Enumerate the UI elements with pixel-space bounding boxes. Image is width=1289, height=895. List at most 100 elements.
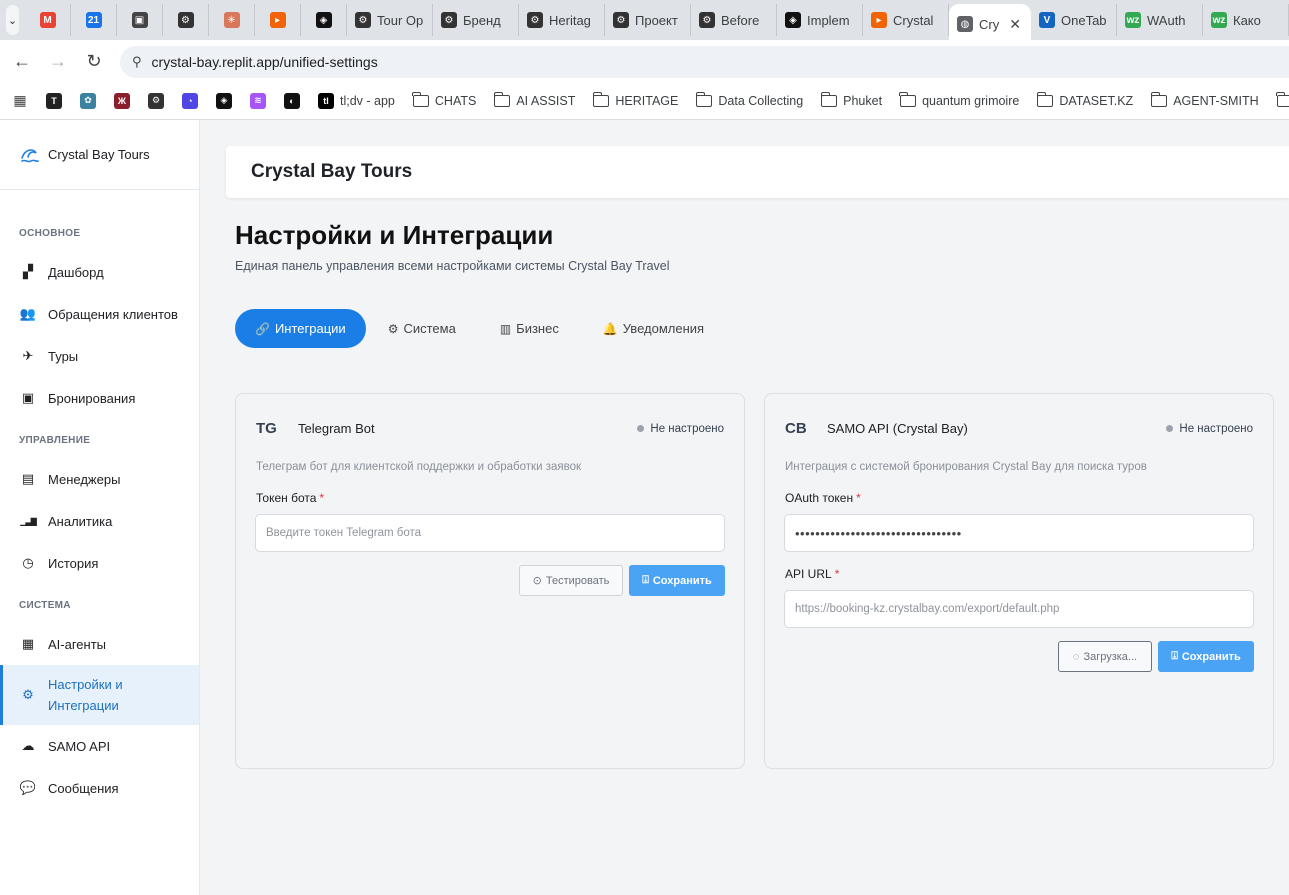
wz-icon: wz xyxy=(1211,12,1227,28)
wave-logo-icon xyxy=(21,148,39,162)
bookmark-favicon: T xyxy=(46,92,62,109)
tab-gear[interactable]: ⚙ Система xyxy=(366,309,478,348)
forward-button[interactable]: → xyxy=(40,43,76,79)
bookmark[interactable]: Ж xyxy=(114,92,130,109)
bookmark-folder[interactable]: DATASET.KZ xyxy=(1036,91,1133,108)
omnibox[interactable]: ⚲ crystal-bay.replit.app/unified-setting… xyxy=(120,46,1289,78)
sidebar-item-id-card[interactable]: ▤ Менеджеры xyxy=(0,458,199,500)
bookmark[interactable]: T xyxy=(46,92,62,109)
replit-icon: ▸ xyxy=(871,12,887,28)
save-samo-button[interactable]: ⍗ Сохранить xyxy=(1158,641,1254,672)
agent-icon: ◈ xyxy=(785,12,801,28)
browser-tab[interactable]: ⚙ Бренд xyxy=(433,4,519,36)
site-info-icon[interactable]: ⚲ xyxy=(132,54,142,70)
page-subtitle: Единая панель управления всеми настройка… xyxy=(235,259,670,273)
sidebar: Crystal Bay Tours ОСНОВНОЕ ▞ Дашборд 👥 Обращ… xyxy=(0,120,200,895)
browser-tab[interactable]: ⚙ Heritag xyxy=(519,4,605,36)
play-circle-icon: ⊙ xyxy=(532,575,542,587)
browser-tab[interactable]: ◈ Implem xyxy=(777,4,863,36)
browser-tab[interactable]: wz WAuth xyxy=(1117,4,1203,36)
sidebar-item-users[interactable]: 👥 Обращения клиентов xyxy=(0,293,199,335)
bookmark-folder[interactable]: AI ASSIST xyxy=(493,91,575,108)
app-icon: ▣ xyxy=(131,12,148,28)
history-icon: ◷ xyxy=(22,555,34,570)
sidebar-item-plane[interactable]: ✈ Туры xyxy=(0,335,199,377)
bell-icon: 🔔 xyxy=(602,321,618,336)
dashboard-icon: ▞ xyxy=(23,264,33,279)
browser-tab[interactable]: ⚙ Проект xyxy=(605,4,691,36)
bookmark-favicon: ✿ xyxy=(80,92,96,109)
sidebar-item-chat[interactable]: 💬 Сообщения xyxy=(0,767,199,809)
oauth-token-input[interactable]: ••••••••••••••••••••••••••••••••• xyxy=(784,514,1254,552)
required-marker: * xyxy=(856,491,861,505)
bot-token-label-text: Токен бота xyxy=(256,491,317,505)
browser-tab[interactable]: 21 xyxy=(71,4,117,36)
close-icon[interactable]: ✕ xyxy=(1009,16,1021,33)
browser-tab-title: WAuth xyxy=(1147,12,1186,28)
bookmark[interactable]: ◈ xyxy=(216,92,232,109)
browser-tab[interactable]: ⚙ xyxy=(163,4,209,36)
sidebar-item-label: Бронирования xyxy=(48,390,136,406)
tab-bell[interactable]: 🔔 Уведомления xyxy=(581,309,726,348)
tab-building[interactable]: ▥ Бизнес xyxy=(478,309,581,348)
bookmark-folder[interactable]: HERITAGE xyxy=(592,91,678,108)
gear-icon: ⚙ xyxy=(22,687,34,702)
sidebar-item-dashboard[interactable]: ▞ Дашборд xyxy=(0,251,199,293)
save-telegram-button[interactable]: ⍗ Сохранить xyxy=(629,565,725,596)
folder-icon xyxy=(820,91,838,107)
browser-tab[interactable]: ▸ xyxy=(255,4,301,36)
bookmark-folder[interactable]: GRA xyxy=(1276,91,1289,108)
url-text[interactable]: crystal-bay.replit.app/unified-settings xyxy=(152,54,378,70)
bookmark[interactable]: ≋ xyxy=(250,92,266,109)
browser-tab[interactable]: ⚙ Before xyxy=(691,4,777,36)
bookmark-folder[interactable]: CHATS xyxy=(412,91,476,108)
status-text: Не настроено xyxy=(650,422,724,435)
bookmark[interactable]: ▦ xyxy=(12,92,28,109)
sidebar-item-cpu[interactable]: ▦ AI-агенты xyxy=(0,623,199,665)
sidebar-brand[interactable]: Crystal Bay Tours xyxy=(0,120,199,190)
browser-tab[interactable]: M xyxy=(25,4,71,36)
tab-link[interactable]: 🔗 Интеграции xyxy=(235,309,366,348)
loading-button[interactable]: ◌ Загрузка... xyxy=(1058,641,1152,672)
reload-button[interactable]: ↻ xyxy=(76,43,112,79)
bookmark-folder[interactable]: Data Collecting xyxy=(695,91,803,108)
sidebar-item-bar-chart[interactable]: ▁▃▇ Аналитика xyxy=(0,500,199,542)
browser-tab[interactable]: ▸ Crystal xyxy=(863,4,949,36)
sidebar-item-cloud[interactable]: ☁ SAMO API xyxy=(0,725,199,767)
test-button[interactable]: ⊙ Тестировать xyxy=(519,565,623,596)
browser-tab-title: Како xyxy=(1233,12,1261,28)
main-content: Crystal Bay Tours Настройки и Интеграции… xyxy=(200,120,1289,895)
browser-tab[interactable]: ⚙ Tour Op xyxy=(347,4,433,36)
card-title: SAMO API (Crystal Bay) xyxy=(827,421,968,436)
sidebar-item-label: Аналитика xyxy=(48,513,113,529)
bookmark-folder[interactable]: quantum grimoire xyxy=(899,91,1019,108)
save-icon: ⍗ xyxy=(642,574,649,586)
api-url-input[interactable]: https://booking-kz.crystalbay.com/export… xyxy=(784,590,1254,628)
bookmark-folder[interactable]: AGENT-SMITH xyxy=(1150,91,1259,108)
bookmark[interactable]: ◐ xyxy=(284,92,300,109)
browser-tab[interactable]: V OneTab xyxy=(1031,4,1117,36)
sidebar-item-calendar-check[interactable]: ▣ Бронирования xyxy=(0,377,199,419)
replit-icon: ▸ xyxy=(269,12,286,28)
sidebar-item-gear[interactable]: ⚙ Настройки и Интеграции xyxy=(0,665,199,725)
arrow-right-icon: → xyxy=(49,50,67,71)
bot-token-input[interactable]: Введите токен Telegram бота xyxy=(255,514,725,552)
folder-icon xyxy=(592,91,610,107)
tab-search-button[interactable]: ⌄ xyxy=(6,5,19,35)
bookmark[interactable]: tl tl;dv - app xyxy=(318,92,395,109)
browser-tab[interactable]: ▣ xyxy=(117,4,163,36)
back-button[interactable]: ← xyxy=(4,43,40,79)
save-button-label: Сохранить xyxy=(652,574,712,587)
bookmark-folder[interactable]: Phuket xyxy=(820,91,882,108)
bookmark[interactable]: ⚙ xyxy=(148,92,164,109)
browser-tab[interactable]: ✳ xyxy=(209,4,255,36)
nav-section-title: СИСТЕМА xyxy=(19,600,71,611)
browser-tab[interactable]: wz Како xyxy=(1203,4,1289,36)
browser-tab[interactable]: ◍ Cry ✕ xyxy=(949,4,1031,44)
sidebar-item-history[interactable]: ◷ История xyxy=(0,542,199,584)
browser-tab[interactable]: ◈ xyxy=(301,4,347,36)
api-url-label: API URL * xyxy=(785,567,839,581)
openai-icon: ⚙ xyxy=(613,12,629,28)
bookmark[interactable]: ◔ xyxy=(182,92,198,109)
bookmark[interactable]: ✿ xyxy=(80,92,96,109)
